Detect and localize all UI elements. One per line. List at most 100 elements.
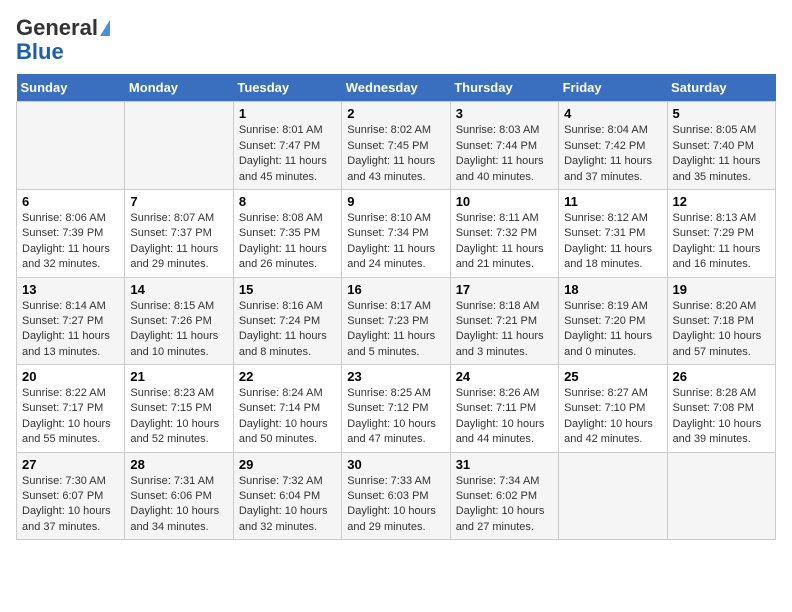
day-info: Sunrise: 8:11 AM Sunset: 7:32 PM Dayligh… (456, 211, 553, 273)
day-info: Sunrise: 7:31 AM Sunset: 6:06 PM Dayligh… (130, 474, 227, 536)
calendar-cell: 31 Sunrise: 7:34 AM Sunset: 6:02 PM Dayli… (450, 452, 558, 540)
weekday-header-friday: Friday (559, 74, 667, 102)
calendar-cell: 15 Sunrise: 8:16 AM Sunset: 7:24 PM Dayli… (233, 277, 341, 365)
calendar-cell: 21 Sunrise: 8:23 AM Sunset: 7:15 PM Dayli… (125, 365, 233, 453)
calendar-cell: 10 Sunrise: 8:11 AM Sunset: 7:32 PM Dayli… (450, 189, 558, 277)
calendar-cell: 6Sunrise: 8:06 AM Sunset: 7:39 PM Daylig… (17, 189, 125, 277)
calendar-table: SundayMondayTuesdayWednesdayThursdayFrid… (16, 74, 776, 540)
calendar-cell: 24 Sunrise: 8:26 AM Sunset: 7:11 PM Dayli… (450, 365, 558, 453)
calendar-cell: 27 Sunrise: 7:30 AM Sunset: 6:07 PM Dayli… (17, 452, 125, 540)
calendar-cell: 5 Sunrise: 8:05 AM Sunset: 7:40 PM Daylig… (667, 102, 775, 190)
day-number: 29 (239, 457, 336, 472)
day-number: 13 (22, 282, 119, 297)
calendar-cell: 30 Sunrise: 7:33 AM Sunset: 6:03 PM Dayli… (342, 452, 450, 540)
day-info: Sunrise: 8:23 AM Sunset: 7:15 PM Dayligh… (130, 386, 227, 448)
weekday-header-saturday: Saturday (667, 74, 775, 102)
day-number: 25 (564, 369, 661, 384)
day-number: 7 (130, 194, 227, 209)
calendar-cell (667, 452, 775, 540)
day-number: 30 (347, 457, 444, 472)
weekday-header-thursday: Thursday (450, 74, 558, 102)
calendar-cell: 14Sunrise: 8:15 AM Sunset: 7:26 PM Dayli… (125, 277, 233, 365)
day-number: 10 (456, 194, 553, 209)
day-info: Sunrise: 8:13 AM Sunset: 7:29 PM Dayligh… (673, 211, 770, 273)
calendar-cell: 28 Sunrise: 7:31 AM Sunset: 6:06 PM Dayli… (125, 452, 233, 540)
day-number: 21 (130, 369, 227, 384)
calendar-cell: 9 Sunrise: 8:10 AM Sunset: 7:34 PM Daylig… (342, 189, 450, 277)
day-number: 24 (456, 369, 553, 384)
calendar-cell: 25 Sunrise: 8:27 AM Sunset: 7:10 PM Dayli… (559, 365, 667, 453)
day-info: Sunrise: 8:07 AM Sunset: 7:37 PM Dayligh… (130, 211, 227, 273)
day-info: Sunrise: 8:19 AM Sunset: 7:20 PM Dayligh… (564, 299, 661, 361)
day-number: 19 (673, 282, 770, 297)
day-info: Sunrise: 8:05 AM Sunset: 7:40 PM Dayligh… (673, 123, 770, 185)
day-number: 14 (130, 282, 227, 297)
day-number: 5 (673, 106, 770, 121)
day-number: 12 (673, 194, 770, 209)
day-info: Sunrise: 8:01 AM Sunset: 7:47 PM Dayligh… (239, 123, 336, 185)
calendar-cell: 3 Sunrise: 8:03 AM Sunset: 7:44 PM Daylig… (450, 102, 558, 190)
weekday-header-sunday: Sunday (17, 74, 125, 102)
weekday-header-wednesday: Wednesday (342, 74, 450, 102)
calendar-week-row: 1 Sunrise: 8:01 AM Sunset: 7:47 PM Daylig… (17, 102, 776, 190)
weekday-header-row: SundayMondayTuesdayWednesdayThursdayFrid… (17, 74, 776, 102)
day-info: Sunrise: 7:33 AM Sunset: 6:03 PM Dayligh… (347, 474, 444, 536)
day-number: 3 (456, 106, 553, 121)
day-info: Sunrise: 8:02 AM Sunset: 7:45 PM Dayligh… (347, 123, 444, 185)
calendar-cell (125, 102, 233, 190)
day-number: 28 (130, 457, 227, 472)
calendar-cell: 2 Sunrise: 8:02 AM Sunset: 7:45 PM Daylig… (342, 102, 450, 190)
calendar-cell: 4 Sunrise: 8:04 AM Sunset: 7:42 PM Daylig… (559, 102, 667, 190)
day-info: Sunrise: 8:26 AM Sunset: 7:11 PM Dayligh… (456, 386, 553, 448)
calendar-cell: 16 Sunrise: 8:17 AM Sunset: 7:23 PM Dayli… (342, 277, 450, 365)
day-number: 2 (347, 106, 444, 121)
calendar-cell: 20Sunrise: 8:22 AM Sunset: 7:17 PM Dayli… (17, 365, 125, 453)
day-info: Sunrise: 7:32 AM Sunset: 6:04 PM Dayligh… (239, 474, 336, 536)
calendar-week-row: 27 Sunrise: 7:30 AM Sunset: 6:07 PM Dayli… (17, 452, 776, 540)
calendar-cell: 7 Sunrise: 8:07 AM Sunset: 7:37 PM Daylig… (125, 189, 233, 277)
day-number: 16 (347, 282, 444, 297)
calendar-week-row: 13 Sunrise: 8:14 AM Sunset: 7:27 PM Dayli… (17, 277, 776, 365)
calendar-cell: 12 Sunrise: 8:13 AM Sunset: 7:29 PM Dayli… (667, 189, 775, 277)
day-info: Sunrise: 8:14 AM Sunset: 7:27 PM Dayligh… (22, 299, 119, 361)
day-number: 26 (673, 369, 770, 384)
day-info: Sunrise: 8:12 AM Sunset: 7:31 PM Dayligh… (564, 211, 661, 273)
logo-triangle-icon (100, 20, 110, 36)
day-number: 31 (456, 457, 553, 472)
day-info: Sunrise: 8:25 AM Sunset: 7:12 PM Dayligh… (347, 386, 444, 448)
day-info: Sunrise: 8:03 AM Sunset: 7:44 PM Dayligh… (456, 123, 553, 185)
weekday-header-monday: Monday (125, 74, 233, 102)
day-info: Sunrise: 8:27 AM Sunset: 7:10 PM Dayligh… (564, 386, 661, 448)
day-info: Sunrise: 8:20 AM Sunset: 7:18 PM Dayligh… (673, 299, 770, 361)
day-number: 9 (347, 194, 444, 209)
calendar-cell: 13 Sunrise: 8:14 AM Sunset: 7:27 PM Dayli… (17, 277, 125, 365)
logo-text-blue: Blue (16, 40, 64, 64)
calendar-cell: 8 Sunrise: 8:08 AM Sunset: 7:35 PM Daylig… (233, 189, 341, 277)
day-info: Sunrise: 8:04 AM Sunset: 7:42 PM Dayligh… (564, 123, 661, 185)
day-info: Sunrise: 8:18 AM Sunset: 7:21 PM Dayligh… (456, 299, 553, 361)
calendar-cell: 29 Sunrise: 7:32 AM Sunset: 6:04 PM Dayli… (233, 452, 341, 540)
calendar-cell: 23Sunrise: 8:25 AM Sunset: 7:12 PM Dayli… (342, 365, 450, 453)
day-info: Sunrise: 7:30 AM Sunset: 6:07 PM Dayligh… (22, 474, 119, 536)
calendar-week-row: 20Sunrise: 8:22 AM Sunset: 7:17 PM Dayli… (17, 365, 776, 453)
logo-text-general: General (16, 16, 98, 40)
day-number: 6 (22, 194, 119, 209)
day-number: 8 (239, 194, 336, 209)
day-number: 15 (239, 282, 336, 297)
day-number: 4 (564, 106, 661, 121)
day-number: 22 (239, 369, 336, 384)
day-number: 1 (239, 106, 336, 121)
day-number: 17 (456, 282, 553, 297)
weekday-header-tuesday: Tuesday (233, 74, 341, 102)
day-info: Sunrise: 7:34 AM Sunset: 6:02 PM Dayligh… (456, 474, 553, 536)
calendar-cell (559, 452, 667, 540)
day-number: 27 (22, 457, 119, 472)
day-info: Sunrise: 8:10 AM Sunset: 7:34 PM Dayligh… (347, 211, 444, 273)
day-info: Sunrise: 8:08 AM Sunset: 7:35 PM Dayligh… (239, 211, 336, 273)
day-info: Sunrise: 8:28 AM Sunset: 7:08 PM Dayligh… (673, 386, 770, 448)
logo: General Blue (16, 16, 110, 64)
day-info: Sunrise: 8:16 AM Sunset: 7:24 PM Dayligh… (239, 299, 336, 361)
calendar-cell: 1 Sunrise: 8:01 AM Sunset: 7:47 PM Daylig… (233, 102, 341, 190)
day-info: Sunrise: 8:24 AM Sunset: 7:14 PM Dayligh… (239, 386, 336, 448)
day-info: Sunrise: 8:17 AM Sunset: 7:23 PM Dayligh… (347, 299, 444, 361)
